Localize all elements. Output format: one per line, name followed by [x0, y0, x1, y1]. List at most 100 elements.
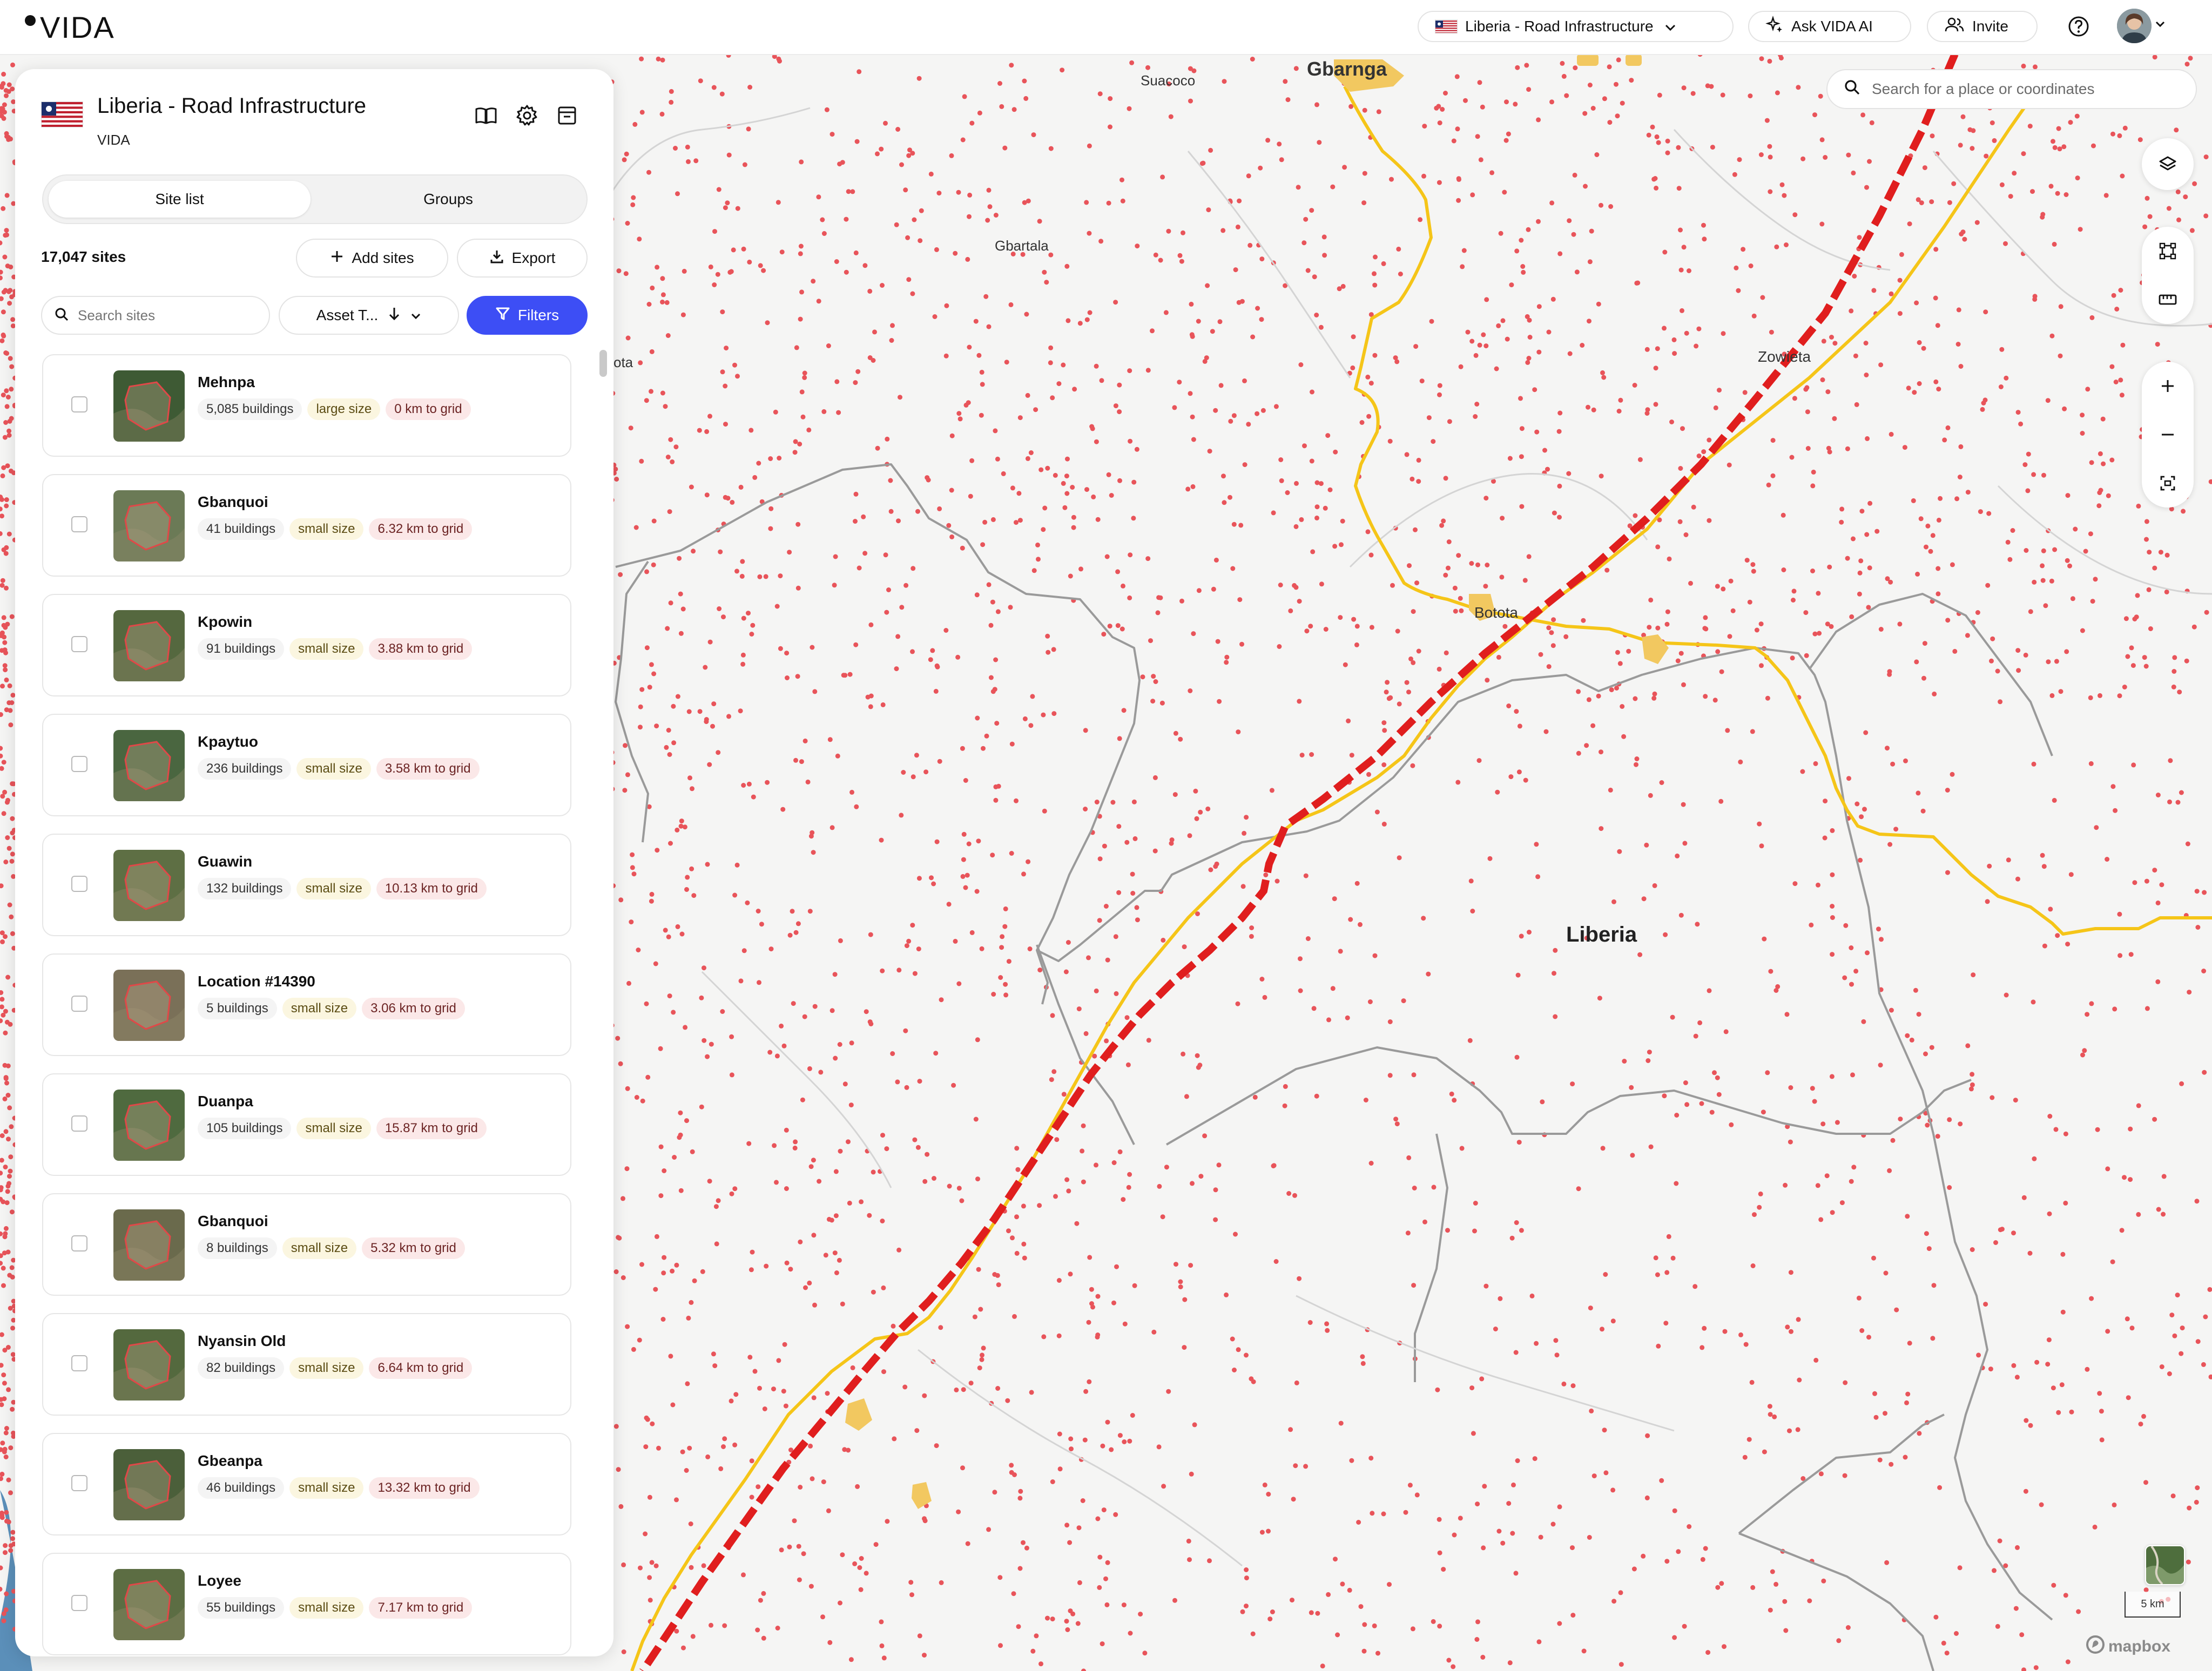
liberia-flag-icon	[1435, 19, 1458, 33]
vida-logo[interactable]: VIDA	[25, 10, 115, 44]
size-badge: small size	[289, 518, 364, 540]
sparkle-icon	[1765, 15, 1784, 38]
grid-distance-badge: 10.13 km to grid	[376, 878, 487, 899]
size-badge: small size	[282, 1237, 357, 1259]
site-card[interactable]: Duanpa 105 buildings small size 15.87 km to…	[42, 1073, 571, 1176]
mapbox-wordmark: mapbox	[2108, 1638, 2171, 1655]
site-card[interactable]: Gbeanpa 46 buildings small size 13.32 km to…	[42, 1433, 571, 1535]
grid-distance-badge: 6.32 km to grid	[369, 518, 473, 540]
size-badge: small size	[296, 1118, 371, 1139]
polygon-select-icon[interactable]	[2142, 227, 2194, 275]
site-name: Kpowin	[198, 613, 253, 630]
layers-button[interactable]	[2142, 138, 2194, 190]
grid-distance-badge: 3.06 km to grid	[362, 998, 465, 1019]
map-search-field[interactable]: Search for a place or coordinates	[1826, 69, 2197, 109]
grid-distance-badge: 3.88 km to grid	[369, 638, 473, 660]
site-checkbox[interactable]	[71, 996, 87, 1012]
filters-label: Filters	[517, 307, 559, 323]
tab-site-list[interactable]: Site list	[49, 181, 311, 218]
site-card[interactable]: Mehnpa 5,085 buildings large size 0 km to g…	[42, 354, 571, 457]
site-checkbox[interactable]	[71, 876, 87, 892]
site-checkbox[interactable]	[71, 636, 87, 652]
buildings-badge: 91 buildings	[198, 638, 285, 660]
site-checkbox[interactable]	[71, 396, 87, 412]
buildings-badge: 105 buildings	[198, 1118, 292, 1139]
fit-bounds-icon[interactable]	[2142, 459, 2194, 508]
invite-label: Invite	[1972, 18, 2008, 35]
add-sites-label: Add sites	[352, 249, 414, 266]
site-card[interactable]: Nyansin Old 82 buildings small size 6.64 km…	[42, 1313, 571, 1416]
mapbox-attribution[interactable]: mapbox	[2086, 1635, 2170, 1659]
satellite-style-toggle[interactable]	[2145, 1545, 2185, 1585]
buildings-badge: 82 buildings	[198, 1357, 285, 1379]
ruler-icon[interactable]	[2142, 275, 2194, 324]
site-name: Kpaytuo	[198, 733, 258, 750]
grid-distance-badge: 15.87 km to grid	[376, 1118, 487, 1139]
site-thumbnail	[113, 850, 185, 921]
map-label-liberia: Liberia	[1566, 923, 1637, 946]
sort-asset-type-dropdown[interactable]: Asset T...	[279, 296, 459, 335]
buildings-badge: 5 buildings	[198, 998, 277, 1019]
site-search-field[interactable]	[41, 296, 270, 335]
zoom-in-plus-icon[interactable]	[2142, 362, 2194, 410]
site-name: Duanpa	[198, 1093, 253, 1110]
avatar-chevron-down-icon[interactable]	[2155, 21, 2166, 31]
site-checkbox[interactable]	[71, 1355, 87, 1371]
site-card[interactable]: Kpowin 91 buildings small size 3.88 km to g…	[42, 594, 571, 696]
site-checkbox[interactable]	[71, 756, 87, 772]
site-card[interactable]: Gbanquoi 8 buildings small size 5.32 km to …	[42, 1193, 571, 1296]
map-label-botota: Botota	[1474, 604, 1518, 621]
site-checkbox[interactable]	[71, 1595, 87, 1611]
grid-distance-badge: 13.32 km to grid	[369, 1477, 480, 1499]
site-thumbnail	[113, 1090, 185, 1161]
export-label: Export	[511, 249, 556, 266]
site-thumbnail	[113, 610, 185, 681]
export-button[interactable]: Export	[457, 239, 588, 278]
avatar[interactable]	[2117, 9, 2152, 43]
plus-icon	[330, 249, 344, 267]
filter-icon	[495, 306, 510, 325]
site-search-input[interactable]	[77, 306, 252, 324]
buildings-badge: 236 buildings	[198, 758, 292, 780]
users-icon	[1944, 17, 1965, 37]
size-badge: small size	[289, 1477, 364, 1499]
map-search-placeholder: Search for a place or coordinates	[1872, 80, 2095, 97]
site-thumbnail	[113, 970, 185, 1041]
site-card[interactable]: Guawin 132 buildings small size 10.13 km to…	[42, 834, 571, 936]
top-bar: VIDA Liberia - Road Infrastructure Ask V…	[0, 0, 2212, 55]
site-card[interactable]: Gbanquoi 41 buildings small size 6.32 km to…	[42, 474, 571, 577]
project-selector[interactable]: Liberia - Road Infrastructure	[1418, 11, 1734, 42]
archive-icon[interactable]	[551, 99, 583, 132]
site-list-scrollbar[interactable]	[599, 350, 607, 377]
site-name: Nyansin Old	[198, 1332, 286, 1349]
map-label-edge: ota	[613, 354, 633, 370]
size-badge: small size	[289, 1357, 364, 1379]
panel-title: Liberia - Road Infrastructure	[97, 94, 367, 118]
buildings-badge: 41 buildings	[198, 518, 285, 540]
tab-groups[interactable]: Groups	[316, 181, 581, 218]
site-checkbox[interactable]	[71, 516, 87, 532]
size-badge: small size	[296, 878, 371, 899]
size-badge: small size	[282, 998, 357, 1019]
site-checkbox[interactable]	[71, 1115, 87, 1132]
site-checkbox[interactable]	[71, 1235, 87, 1251]
site-card[interactable]: Kpaytuo 236 buildings small size 3.58 km to…	[42, 714, 571, 816]
zoom-out-minus-icon[interactable]	[2142, 410, 2194, 459]
download-icon	[489, 249, 504, 268]
settings-gear-icon[interactable]	[511, 99, 543, 132]
site-thumbnail	[113, 1449, 185, 1520]
add-sites-button[interactable]: Add sites	[296, 239, 448, 278]
view-tabs: Site list Groups	[42, 174, 588, 224]
invite-button[interactable]: Invite	[1927, 11, 2038, 42]
site-name: Gbeanpa	[198, 1452, 262, 1469]
book-icon[interactable]	[470, 99, 502, 132]
site-card[interactable]: Loyee 55 buildings small size 7.17 km to gr…	[42, 1553, 571, 1655]
help-icon[interactable]	[2063, 11, 2094, 42]
site-name: Gbanquoi	[198, 493, 268, 510]
site-card[interactable]: Location #14390 5 buildings small size 3.06…	[42, 953, 571, 1056]
chevron-down-icon	[410, 307, 421, 324]
ask-vida-ai-button[interactable]: Ask VIDA AI	[1748, 11, 1911, 42]
site-checkbox[interactable]	[71, 1475, 87, 1491]
filters-button[interactable]: Filters	[467, 296, 588, 335]
map-label-gbartala: Gbartala	[995, 238, 1049, 254]
